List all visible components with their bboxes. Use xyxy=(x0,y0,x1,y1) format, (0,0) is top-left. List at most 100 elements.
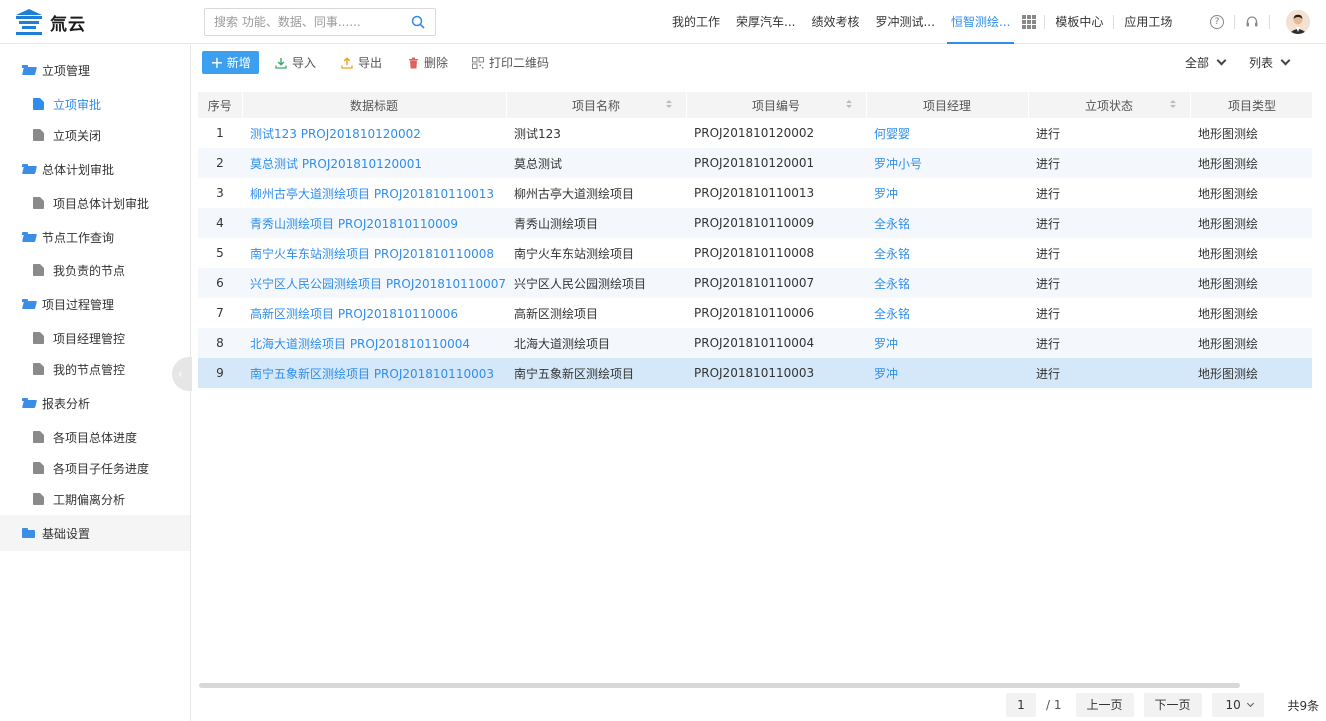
page-size-select[interactable]: 10 xyxy=(1211,693,1264,717)
cell-project-manager: 罗冲 xyxy=(866,328,1028,358)
sidebar-item-master-plan-approval[interactable]: 项目总体计划审批 xyxy=(0,188,190,218)
folder-open-icon xyxy=(22,65,35,75)
sort-icon[interactable] xyxy=(665,100,672,110)
record-link[interactable]: 测试123 PROJ201810120002 xyxy=(250,127,421,141)
nav-item-ronghou[interactable]: 荣厚汽车... xyxy=(728,0,803,44)
cell-project-name: 青秀山测绘项目 xyxy=(506,208,686,238)
sidebar-item-my-nodes[interactable]: 我负责的节点 xyxy=(0,255,190,285)
help-icon[interactable]: ? xyxy=(1210,15,1224,29)
column-header-index[interactable]: 序号 xyxy=(198,92,243,118)
nav-item-luochong-test[interactable]: 罗冲测试... xyxy=(867,0,942,44)
record-link[interactable]: 南宁火车东站测绘项目 PROJ201810110008 xyxy=(250,247,494,261)
sidebar-item-project-close[interactable]: 立项关闭 xyxy=(0,120,190,150)
column-header-title[interactable]: 数据标题 xyxy=(242,92,507,118)
sidebar-item-label: 立项审批 xyxy=(53,97,102,112)
headset-icon[interactable] xyxy=(1245,15,1259,29)
cell-project-type: 地形图测绘 xyxy=(1190,238,1312,268)
sidebar-group-reports[interactable]: 报表分析 xyxy=(0,386,190,420)
view-dropdown[interactable]: 列表 xyxy=(1249,51,1291,74)
document-icon xyxy=(33,493,44,505)
record-link[interactable]: 青秀山测绘项目 PROJ201810110009 xyxy=(250,217,458,231)
nav-item-hengzhi[interactable]: 恒智测绘... xyxy=(943,0,1018,44)
column-header-project-name[interactable]: 项目名称 xyxy=(506,92,687,118)
sidebar-item-pm-control[interactable]: 项目经理管控 xyxy=(0,323,190,353)
sidebar-group-master-plan[interactable]: 总体计划审批 xyxy=(0,152,190,186)
record-link[interactable]: 柳州古亭大道测绘项目 PROJ201810110013 xyxy=(250,187,494,201)
prev-page-button[interactable]: 上一页 xyxy=(1075,693,1134,717)
sidebar-group-node-query[interactable]: 节点工作查询 xyxy=(0,220,190,254)
table-row[interactable]: 4 青秀山测绘项目 PROJ201810110009 青秀山测绘项目 PROJ2… xyxy=(198,208,1312,238)
data-table: 序号 数据标题 项目名称 项目编号 项目经理 立项状态 项目类型 1 测试123… xyxy=(198,92,1312,388)
apps-grid-icon[interactable] xyxy=(1022,15,1037,29)
print-qr-button[interactable]: 打印二维码 xyxy=(472,51,549,74)
sidebar: 立项管理 立项审批 立项关闭 总体计划审批 项目总体计划审批 节点工作查询 我负… xyxy=(0,45,192,721)
column-header-project-code[interactable]: 项目编号 xyxy=(686,92,867,118)
record-link[interactable]: 南宁五象新区测绘项目 PROJ201810110003 xyxy=(250,367,494,381)
record-link[interactable]: 高新区测绘项目 PROJ201810110006 xyxy=(250,307,458,321)
sort-icon[interactable] xyxy=(1169,100,1176,110)
logo[interactable]: 氚云 xyxy=(14,8,86,36)
search-icon[interactable] xyxy=(411,15,425,29)
document-icon xyxy=(33,197,44,209)
nav-item-kpi[interactable]: 绩效考核 xyxy=(803,0,867,44)
user-link[interactable]: 罗冲小号 xyxy=(874,157,922,171)
sidebar-item-my-node-control[interactable]: 我的节点管控 xyxy=(0,354,190,384)
record-link[interactable]: 兴宁区人民公园测绘项目 PROJ201810110007 xyxy=(250,277,506,291)
user-link[interactable]: 何婴婴 xyxy=(874,127,910,141)
cell-index: 8 xyxy=(198,328,242,358)
table-header-row: 序号 数据标题 项目名称 项目编号 项目经理 立项状态 项目类型 xyxy=(198,92,1312,118)
user-link[interactable]: 全永铭 xyxy=(874,277,910,291)
sidebar-group-basic-settings[interactable]: 基础设置 xyxy=(0,515,190,551)
next-page-button[interactable]: 下一页 xyxy=(1143,693,1202,717)
delete-button[interactable]: 删除 xyxy=(408,51,448,74)
sidebar-item-project-approval[interactable]: 立项审批 xyxy=(0,89,190,119)
avatar[interactable] xyxy=(1286,10,1310,34)
nav-item-app-factory[interactable]: 应用工场 xyxy=(1116,0,1180,44)
current-page-input[interactable]: 1 xyxy=(1006,693,1036,717)
record-link[interactable]: 北海大道测绘项目 PROJ201810110004 xyxy=(250,337,470,351)
column-header-project-manager[interactable]: 项目经理 xyxy=(866,92,1029,118)
folder-open-icon xyxy=(22,398,35,408)
sidebar-group-process-management[interactable]: 项目过程管理 xyxy=(0,287,190,321)
cell-project-manager: 罗冲小号 xyxy=(866,148,1028,178)
import-button[interactable]: 导入 xyxy=(275,51,316,74)
top-bar: 氚云 我的工作 荣厚汽车... 绩效考核 罗冲测试... 恒智测绘... 模板中… xyxy=(0,0,1326,44)
table-row[interactable]: 5 南宁火车东站测绘项目 PROJ201810110008 南宁火车东站测绘项目… xyxy=(198,238,1312,268)
user-link[interactable]: 全永铭 xyxy=(874,217,910,231)
sidebar-item-overall-progress[interactable]: 各项目总体进度 xyxy=(0,422,190,452)
cell-status: 进行 xyxy=(1028,298,1190,328)
add-button[interactable]: + 新增 xyxy=(202,51,259,74)
cell-status: 进行 xyxy=(1028,208,1190,238)
user-link[interactable]: 罗冲 xyxy=(874,337,898,351)
folder-icon xyxy=(22,528,35,538)
folder-open-icon xyxy=(22,232,35,242)
sidebar-item-subtask-progress[interactable]: 各项目子任务进度 xyxy=(0,453,190,483)
table-row[interactable]: 3 柳州古亭大道测绘项目 PROJ201810110013 柳州古亭大道测绘项目… xyxy=(198,178,1312,208)
cell-project-manager: 何婴婴 xyxy=(866,118,1028,148)
sidebar-item-label: 项目总体计划审批 xyxy=(53,196,150,211)
table-row[interactable]: 8 北海大道测绘项目 PROJ201810110004 北海大道测绘项目 PRO… xyxy=(198,328,1312,358)
table-row-selected[interactable]: 9 南宁五象新区测绘项目 PROJ201810110003 南宁五象新区测绘项目… xyxy=(198,358,1312,388)
nav-item-template-center[interactable]: 模板中心 xyxy=(1047,0,1111,44)
table-row[interactable]: 6 兴宁区人民公园测绘项目 PROJ201810110007 兴宁区人民公园测绘… xyxy=(198,268,1312,298)
filter-dropdown[interactable]: 全部 xyxy=(1185,51,1227,74)
table-row[interactable]: 1 测试123 PROJ201810120002 测试123 PROJ20181… xyxy=(198,118,1312,148)
user-link[interactable]: 全永铭 xyxy=(874,307,910,321)
column-header-project-type[interactable]: 项目类型 xyxy=(1190,92,1312,118)
user-link[interactable]: 全永铭 xyxy=(874,247,910,261)
table-row[interactable]: 2 莫总测试 PROJ201810120001 莫总测试 PROJ2018101… xyxy=(198,148,1312,178)
column-header-status[interactable]: 立项状态 xyxy=(1028,92,1191,118)
table-row[interactable]: 7 高新区测绘项目 PROJ201810110006 高新区测绘项目 PROJ2… xyxy=(198,298,1312,328)
sidebar-group-project-init[interactable]: 立项管理 xyxy=(0,53,190,87)
search-input[interactable] xyxy=(205,9,395,35)
export-button[interactable]: 导出 xyxy=(341,51,382,74)
nav-item-my-work[interactable]: 我的工作 xyxy=(664,0,728,44)
user-link[interactable]: 罗冲 xyxy=(874,367,898,381)
folder-open-icon xyxy=(22,299,35,309)
sidebar-item-schedule-deviation[interactable]: 工期偏离分析 xyxy=(0,484,190,514)
cell-project-type: 地形图测绘 xyxy=(1190,148,1312,178)
record-link[interactable]: 莫总测试 PROJ201810120001 xyxy=(250,157,422,171)
sort-icon[interactable] xyxy=(845,100,852,110)
user-link[interactable]: 罗冲 xyxy=(874,187,898,201)
horizontal-scrollbar[interactable] xyxy=(199,683,1240,688)
